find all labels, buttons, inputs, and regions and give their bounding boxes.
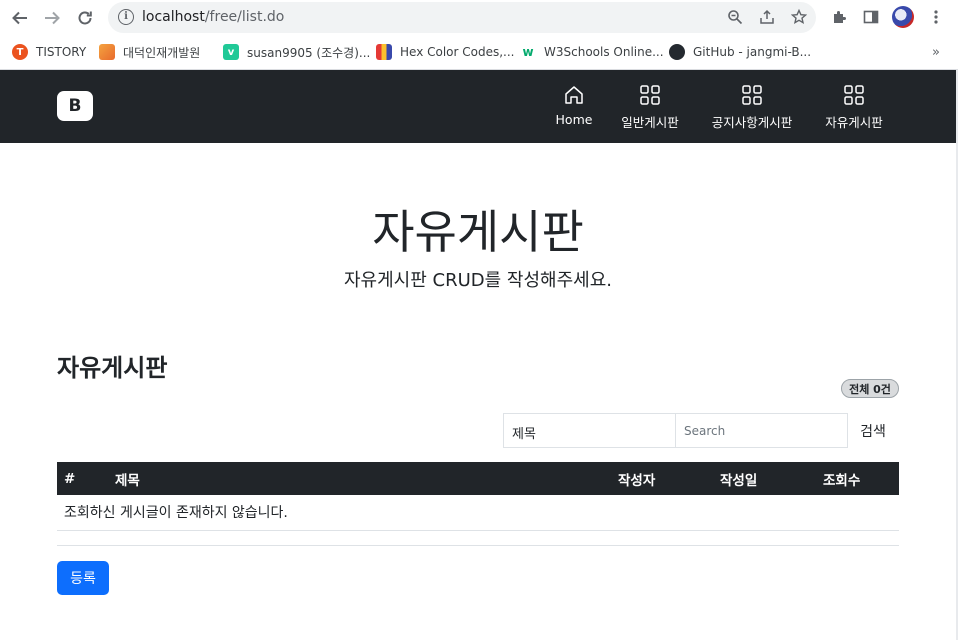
bookmark-label: TISTORY xyxy=(36,45,87,59)
back-arrow-icon[interactable] xyxy=(8,6,32,30)
empty-message: 조회하신 게시글이 존재하지 않습니다. xyxy=(57,495,899,531)
velog-icon: v xyxy=(223,44,239,60)
bookmark-label: GitHub - jangmi-B... xyxy=(693,45,812,59)
site-info-icon[interactable]: i xyxy=(118,9,134,25)
browser-toolbar: i localhost/free/list.do xyxy=(0,0,958,36)
reload-icon[interactable] xyxy=(73,6,97,30)
table-header-row: # 제목 작성자 작성일 조회수 xyxy=(57,462,899,495)
tistory-icon: T xyxy=(12,44,28,60)
hex-book-icon xyxy=(376,44,392,60)
bookmark-tistory[interactable]: T TISTORY xyxy=(12,43,86,61)
github-icon xyxy=(669,44,685,60)
bookmark-star-icon[interactable] xyxy=(790,8,808,26)
forward-arrow-icon[interactable] xyxy=(40,6,64,30)
column-header-views: 조회수 xyxy=(823,472,861,489)
url-path: /free/list.do xyxy=(204,9,285,25)
bootstrap-logo[interactable]: B xyxy=(57,91,93,121)
bookmarks-overflow-icon[interactable]: » xyxy=(932,45,940,60)
nav-free-board[interactable]: 자유게시판 xyxy=(820,84,888,131)
register-button[interactable]: 등록 xyxy=(57,561,109,595)
nav-general-board[interactable]: 일반게시판 xyxy=(616,84,684,131)
bookmarks-bar: T TISTORY 대덕인재개발원 v susan9905 (조수경)... Hex… xyxy=(0,36,958,70)
url-host: localhost xyxy=(142,9,205,25)
board-title: 자유게시판 xyxy=(57,354,168,382)
url-text: localhost/free/list.do xyxy=(142,9,284,25)
address-bar[interactable]: i localhost/free/list.do xyxy=(108,2,816,33)
extensions-puzzle-icon[interactable] xyxy=(829,7,849,27)
share-icon[interactable] xyxy=(758,8,776,26)
menu-kebab-icon[interactable] xyxy=(926,7,946,27)
bookmark-label: Hex Color Codes,... xyxy=(400,45,515,59)
column-header-number: # xyxy=(64,470,76,487)
hero-subtitle: 자유게시판 CRUD를 작성해주세요. xyxy=(344,270,612,291)
ddit-icon xyxy=(99,44,115,60)
nav-home[interactable]: Home xyxy=(555,84,593,127)
column-header-date: 작성일 xyxy=(720,472,758,489)
bookmark-label: W3Schools Online... xyxy=(544,45,664,59)
w3schools-icon: w xyxy=(520,44,536,60)
nav-notice-board[interactable]: 공지사항게시판 xyxy=(706,84,798,131)
bookmark-w3schools[interactable]: w W3Schools Online... xyxy=(520,43,664,61)
divider xyxy=(57,545,899,546)
grid-icon xyxy=(844,85,864,105)
zoom-icon[interactable] xyxy=(726,8,744,26)
bookmark-label: susan9905 (조수경)... xyxy=(247,45,371,60)
bookmark-label: 대덕인재개발원 xyxy=(123,45,201,60)
profile-avatar[interactable] xyxy=(892,6,914,28)
total-count-badge: 전체 0건 xyxy=(841,379,899,398)
grid-icon xyxy=(640,85,660,105)
bookmark-ddit[interactable]: 대덕인재개발원 xyxy=(99,43,200,61)
search-button[interactable]: 검색 xyxy=(852,413,894,448)
grid-icon xyxy=(742,85,762,105)
search-type-select[interactable]: 제목 xyxy=(503,413,676,448)
nav-label: 자유게시판 xyxy=(825,115,883,130)
site-navbar: B Home 일반게시판 공지사항게시판 자유게시판 xyxy=(0,70,958,143)
bookmark-github[interactable]: GitHub - jangmi-B... xyxy=(669,43,811,61)
column-header-title: 제목 xyxy=(115,472,140,489)
bookmark-hex-colors[interactable]: Hex Color Codes,... xyxy=(376,43,515,61)
board-table: # 제목 작성자 작성일 조회수 조회하신 게시글이 존재하지 않습니다. xyxy=(57,462,899,531)
table-row: 조회하신 게시글이 존재하지 않습니다. xyxy=(57,495,899,531)
side-panel-icon[interactable] xyxy=(861,7,881,27)
hero-title: 자유게시판 xyxy=(372,205,584,259)
nav-label: 공지사항게시판 xyxy=(711,115,793,130)
column-header-writer: 작성자 xyxy=(618,472,656,489)
house-icon xyxy=(565,86,583,104)
nav-label: Home xyxy=(555,112,593,127)
nav-label: 일반게시판 xyxy=(621,115,679,130)
bookmark-velog[interactable]: v susan9905 (조수경)... xyxy=(223,43,370,61)
search-input[interactable] xyxy=(675,413,848,448)
